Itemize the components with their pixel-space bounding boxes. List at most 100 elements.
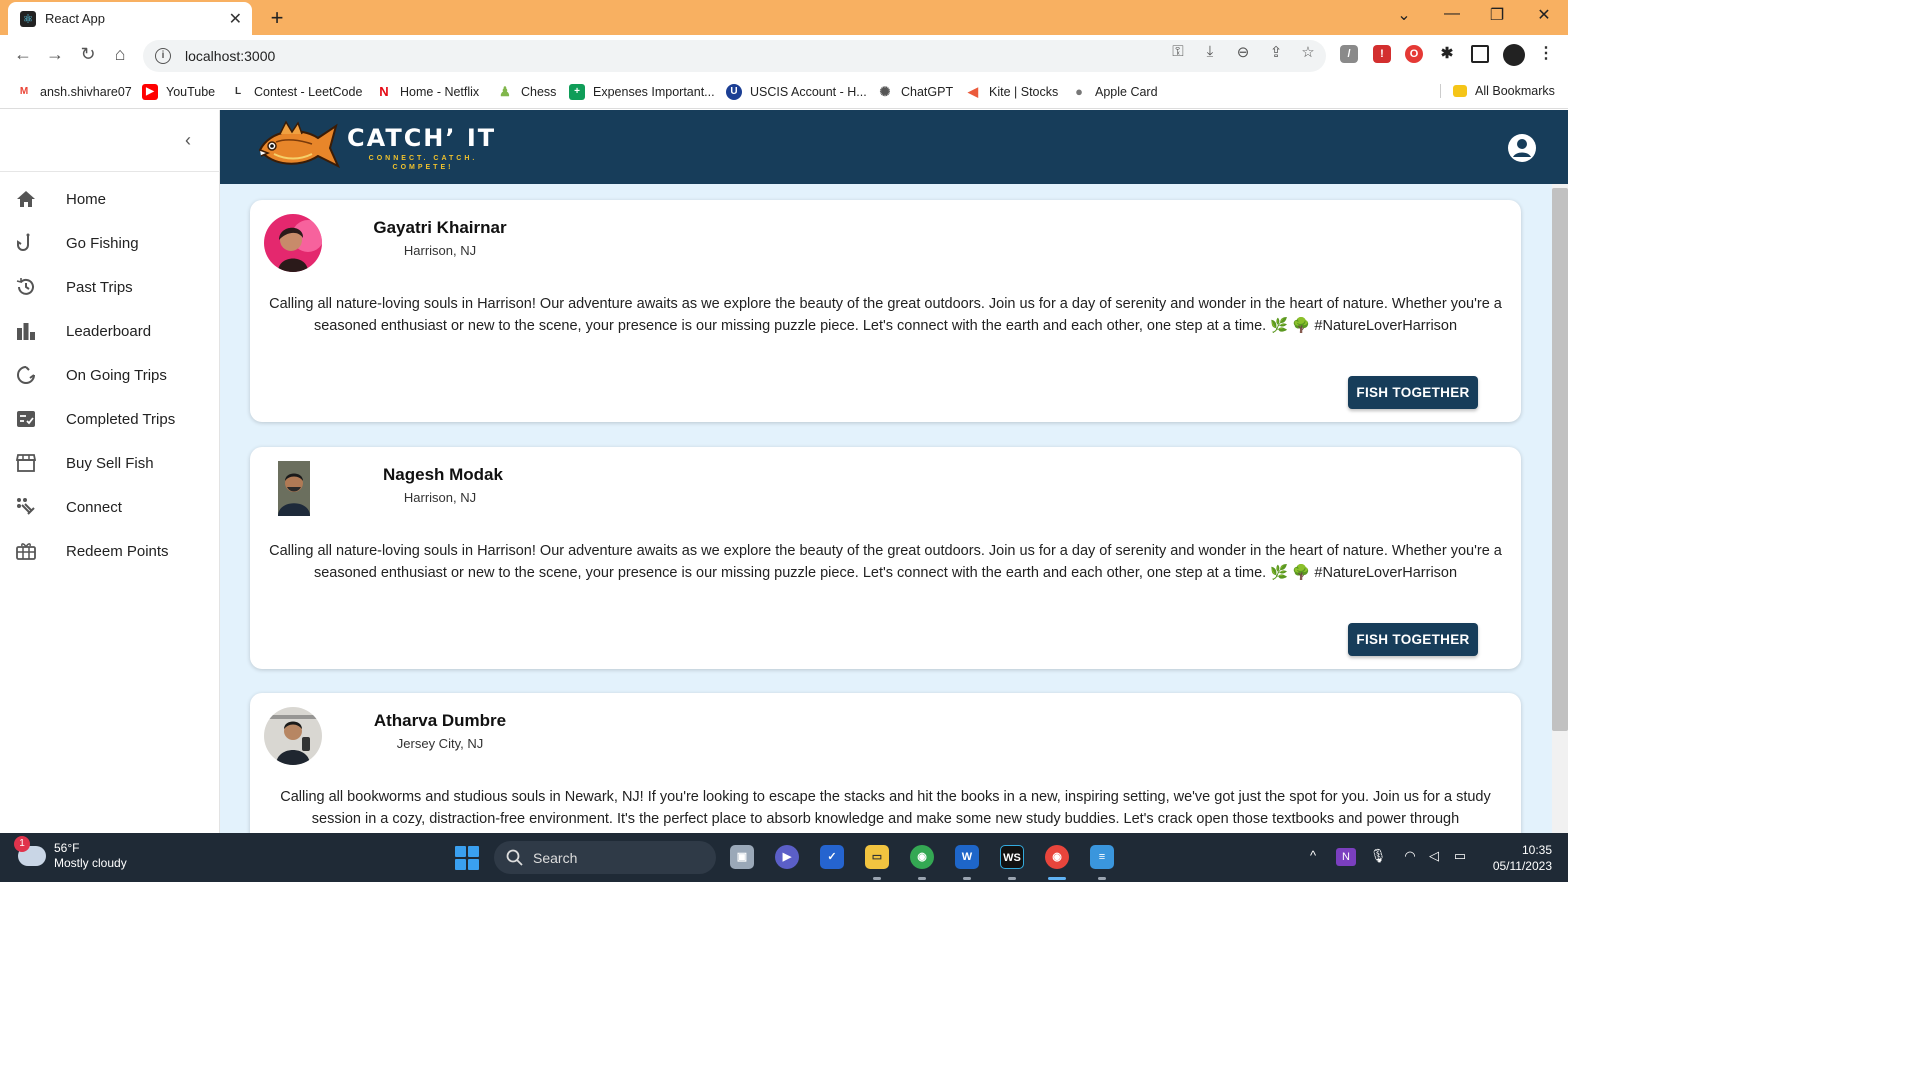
- connect-icon: [16, 497, 36, 517]
- bookmark-uscis[interactable]: U USCIS Account - H...: [726, 84, 867, 100]
- zoom-icon[interactable]: ⊖: [1233, 43, 1253, 61]
- onenote-icon[interactable]: N: [1336, 848, 1356, 866]
- user-location: Harrison, NJ: [403, 490, 477, 505]
- avatar[interactable]: [278, 461, 310, 516]
- leetcode-icon: L: [230, 84, 246, 100]
- microphone-icon[interactable]: 🎙: [1368, 848, 1388, 864]
- fish-logo-icon: [256, 120, 342, 177]
- account-circle-icon[interactable]: [1507, 133, 1537, 168]
- puzzle-icon[interactable]: ✱: [1438, 45, 1456, 63]
- fish-together-button[interactable]: FISH TOGETHER: [1348, 623, 1478, 656]
- bookmark-chess[interactable]: ♟ Chess: [497, 84, 556, 100]
- logo-title: CATCH’ IT: [347, 124, 497, 152]
- bookmark-netflix[interactable]: N Home - Netflix: [376, 84, 479, 100]
- notepad-icon[interactable]: ≡: [1090, 845, 1114, 869]
- webstorm-icon[interactable]: WS: [1000, 845, 1024, 869]
- cloud-icon: 1: [14, 836, 46, 866]
- share-icon[interactable]: ⇪: [1266, 43, 1286, 61]
- task-view-icon[interactable]: ▣: [730, 845, 754, 869]
- chevron-left-icon[interactable]: ‹: [185, 130, 191, 151]
- sidebar-item-leaderboard[interactable]: Leaderboard: [0, 309, 220, 353]
- sidebar-item-connect[interactable]: Connect: [0, 485, 220, 529]
- bookmark-leetcode[interactable]: L Contest - LeetCode: [230, 84, 362, 100]
- sidebar-item-on-going-trips[interactable]: On Going Trips: [0, 353, 220, 397]
- bookmark-kite[interactable]: ◀ Kite | Stocks: [965, 84, 1058, 100]
- close-window-icon[interactable]: ✕: [1532, 5, 1556, 25]
- taskbar-search[interactable]: Search: [494, 841, 716, 874]
- sidebar-item-redeem-points[interactable]: Redeem Points: [0, 529, 220, 573]
- bookmark-chatgpt[interactable]: ✺ ChatGPT: [877, 84, 953, 100]
- react-favicon-icon: ⚛: [20, 10, 36, 27]
- forward-icon[interactable]: →: [44, 44, 66, 65]
- sidebar-item-completed-trips[interactable]: Completed Trips: [0, 397, 220, 441]
- extension-1-icon[interactable]: /: [1340, 45, 1358, 63]
- volume-icon[interactable]: ◁: [1424, 848, 1444, 864]
- sidebar-item-buy-sell-fish[interactable]: Buy Sell Fish: [0, 441, 220, 485]
- avatar[interactable]: [264, 707, 322, 765]
- install-icon[interactable]: ⤓: [1200, 43, 1220, 60]
- side-panel-icon[interactable]: [1471, 45, 1489, 63]
- windows-start-icon[interactable]: [455, 846, 479, 870]
- apple-icon: ●: [1071, 84, 1087, 100]
- sidebar-item-label: Completed Trips: [66, 410, 176, 428]
- bookmark-gmail[interactable]: Mansh.shivhare07: [16, 84, 132, 100]
- fish-together-button[interactable]: FISH TOGETHER: [1348, 376, 1478, 409]
- bookmark-star-icon[interactable]: ☆: [1298, 43, 1318, 61]
- completed-icon: [16, 409, 36, 429]
- file-explorer-icon[interactable]: ▭: [865, 845, 889, 869]
- back-icon[interactable]: ←: [12, 44, 34, 65]
- sidebar-item-go-fishing[interactable]: Go Fishing: [0, 221, 220, 265]
- menu-dots-icon[interactable]: ⋮: [1537, 45, 1555, 63]
- tab-close-icon[interactable]: ✕: [229, 9, 242, 29]
- battery-icon[interactable]: ▭: [1450, 848, 1470, 864]
- ongoing-icon: [16, 365, 36, 385]
- minimize-icon[interactable]: —: [1440, 5, 1464, 23]
- all-bookmarks[interactable]: All Bookmarks: [1440, 84, 1555, 98]
- post-card: Nagesh Modak Harrison, NJ Calling all na…: [250, 447, 1521, 669]
- scrollbar-thumb[interactable]: [1552, 188, 1568, 731]
- post-message: Calling all nature-loving souls in Harri…: [269, 543, 1502, 581]
- chrome-profile-icon[interactable]: ◉: [1045, 845, 1069, 869]
- sidebar-item-past-trips[interactable]: Past Trips: [0, 265, 220, 309]
- teams-icon[interactable]: ▶: [775, 845, 799, 869]
- todo-icon[interactable]: ✓: [820, 845, 844, 869]
- reload-icon[interactable]: ↻: [77, 44, 99, 65]
- chess-icon: ♟: [497, 84, 513, 100]
- clock-time: 10:35: [1521, 843, 1552, 857]
- running-indicator: [918, 877, 926, 880]
- fishing-hook-icon: [16, 233, 36, 253]
- sidebar-item-home[interactable]: Home: [0, 177, 220, 221]
- bookmark-expenses[interactable]: + Expenses Important...: [569, 84, 715, 100]
- gmail-icon: M: [16, 84, 32, 100]
- chrome-icon[interactable]: ◉: [910, 845, 934, 869]
- bookmark-apple-card[interactable]: ● Apple Card: [1071, 84, 1158, 100]
- weather-widget[interactable]: 1 56°F Mostly cloudy: [14, 836, 127, 871]
- weather-desc: Mostly cloudy: [54, 856, 127, 870]
- sidebar-item-label: Past Trips: [66, 278, 133, 296]
- running-indicator: [873, 877, 881, 880]
- extension-2-icon[interactable]: !: [1373, 45, 1391, 63]
- profile-avatar[interactable]: [1503, 44, 1525, 66]
- active-indicator: [1048, 877, 1066, 880]
- webex-icon[interactable]: W: [955, 845, 979, 869]
- tray-expand-icon[interactable]: ^: [1303, 848, 1323, 863]
- taskbar-clock[interactable]: 10:35 05/11/2023: [1482, 842, 1552, 874]
- search-icon: [506, 849, 523, 866]
- sidebar-item-label: Leaderboard: [66, 322, 152, 340]
- redeem-icon: [16, 541, 36, 561]
- restore-icon[interactable]: ❐: [1485, 5, 1509, 25]
- home-browser-icon[interactable]: ⌂: [109, 44, 131, 65]
- site-info-icon[interactable]: i: [155, 48, 171, 64]
- wifi-icon[interactable]: ◠: [1400, 848, 1420, 864]
- tab-search-icon[interactable]: ⌄: [1392, 5, 1416, 25]
- avatar[interactable]: [264, 214, 322, 272]
- browser-tab[interactable]: ⚛ React App ✕: [8, 2, 252, 35]
- bookmark-youtube[interactable]: ▶ YouTube: [142, 84, 215, 100]
- page-scrollbar[interactable]: [1552, 184, 1568, 833]
- opera-icon[interactable]: O: [1405, 45, 1423, 63]
- url-bar[interactable]: i localhost:3000: [143, 40, 1326, 72]
- key-icon[interactable]: ⚿: [1168, 43, 1188, 60]
- new-tab-icon[interactable]: +: [265, 5, 289, 31]
- sidebar-item-label: Home: [66, 190, 107, 208]
- user-location: Harrison, NJ: [403, 243, 477, 258]
